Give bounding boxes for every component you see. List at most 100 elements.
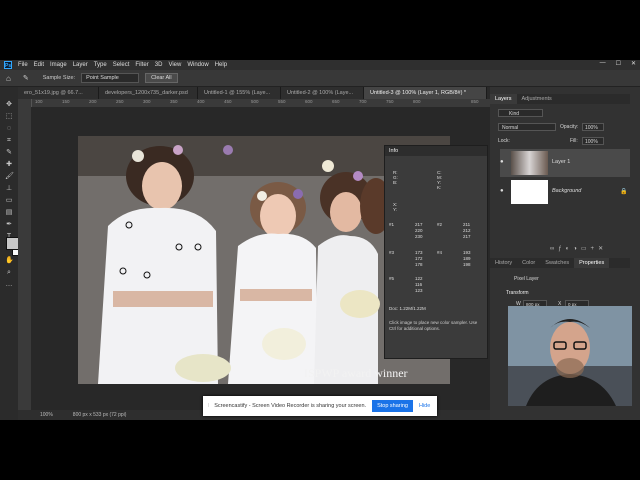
pen-tool-icon[interactable]: ✒ (5, 221, 13, 229)
tab-document-5-active[interactable]: Untitled-3 @ 100% (Layer 1, RGB/8#) * (364, 87, 487, 99)
info-xy-label: X: Y: (393, 202, 398, 212)
tab-adjustments[interactable]: Adjustments (517, 94, 557, 104)
eyedropper-icon[interactable]: ✎ (23, 74, 29, 82)
ruler-tick: 100 (35, 99, 43, 104)
share-message: Screencastify - Screen Video Recorder is… (214, 403, 367, 409)
sampler-4-b: 198 (463, 262, 471, 267)
menu-window[interactable]: Window (187, 62, 208, 68)
ruler-tick: 650 (332, 99, 340, 104)
info-hint: Click image to place new color sampler. … (389, 320, 478, 331)
tab-swatches[interactable]: Swatches (540, 258, 574, 268)
stamp-tool-icon[interactable]: ⊥ (5, 185, 13, 193)
layer-row-layer-1[interactable]: ● Layer 1 (500, 149, 630, 177)
layer-thumbnail (511, 151, 548, 175)
ruler-tick: 150 (62, 99, 70, 104)
crop-tool-icon[interactable]: ⌗ (5, 137, 13, 145)
drag-handle-icon[interactable]: ⦙ (208, 403, 209, 410)
layer-name[interactable]: Background (552, 188, 581, 194)
ruler-tick: 550 (278, 99, 286, 104)
menu-select[interactable]: Select (113, 62, 130, 68)
more-tools-icon[interactable]: … (5, 281, 13, 289)
gradient-tool-icon[interactable]: ▤ (5, 209, 13, 217)
layer-thumbnail (511, 180, 548, 204)
move-tool-icon[interactable]: ✥ (5, 101, 13, 109)
sampler-5-r: 122 (415, 276, 423, 281)
close-icon[interactable]: ✕ (631, 60, 636, 67)
sampler-4-r: 193 (463, 250, 471, 255)
vertical-ruler (18, 99, 32, 410)
tab-history[interactable]: History (490, 258, 517, 268)
sampler-2-b: 217 (463, 234, 471, 239)
window-controls: — ☐ ✕ (600, 60, 636, 67)
minimize-icon[interactable]: — (600, 60, 606, 67)
eye-icon[interactable]: ● (500, 188, 506, 194)
ruler-tick: 800 (413, 99, 421, 104)
tab-document-4[interactable]: Untitled-2 @ 100% (Laye... (281, 87, 364, 99)
info-rgb-label: R: G: B: (393, 170, 398, 185)
lock-label: Lock: (498, 138, 510, 144)
sampler-3-g: 172 (415, 256, 423, 261)
ruler-tick: 500 (251, 99, 259, 104)
sample-size-select[interactable]: Point Sample (81, 73, 140, 83)
trash-icon[interactable]: ✕ (598, 246, 607, 252)
menu-3d[interactable]: 3D (155, 62, 163, 68)
menu-image[interactable]: Image (50, 62, 67, 68)
tab-color[interactable]: Color (517, 258, 540, 268)
tab-document-3[interactable]: Untitled-1 @ 155% (Laye... (198, 87, 281, 99)
info-cmyk-label: C: M: Y: K: (437, 170, 442, 190)
layer-filter-kind[interactable]: Kind (498, 109, 543, 117)
info-doc-size: Doc: 1.22M/1.22M (389, 306, 426, 311)
document-dimensions: 800 px x 533 px (72 ppi) (72, 412, 127, 418)
photoshop-logo: Ps (4, 61, 12, 69)
sampler-5-b: 123 (415, 288, 423, 293)
marquee-tool-icon[interactable]: ⬚ (5, 113, 13, 121)
folder-icon[interactable]: ▭ (581, 246, 591, 252)
home-icon[interactable]: ⌂ (6, 74, 11, 83)
hide-button[interactable]: Hide (419, 403, 430, 409)
lasso-tool-icon[interactable]: ◌ (5, 125, 13, 133)
stop-sharing-button[interactable]: Stop sharing (372, 400, 413, 412)
layer-name[interactable]: Layer 1 (552, 159, 570, 165)
watermark-text: ISPWP award winner (304, 366, 408, 380)
properties-panel-tabs: History Color Swatches Properties (490, 258, 630, 268)
ruler-tick: 700 (359, 99, 367, 104)
adjustment-icon[interactable]: ◑ (573, 246, 581, 252)
tab-document-1[interactable]: ero_51x19.jpg @ 66.7... (18, 87, 99, 99)
new-layer-icon[interactable]: + (591, 246, 599, 252)
fill-field[interactable]: 100% (582, 137, 604, 145)
menu-help[interactable]: Help (215, 62, 227, 68)
menu-filter[interactable]: Filter (135, 62, 148, 68)
menu-view[interactable]: View (168, 62, 181, 68)
menu-type[interactable]: Type (94, 62, 107, 68)
sampler-1-b: 230 (415, 234, 423, 239)
sampler-1-r: 217 (415, 222, 423, 227)
tab-layers[interactable]: Layers (490, 94, 517, 104)
eraser-tool-icon[interactable]: ▭ (5, 197, 13, 205)
opacity-field[interactable]: 100% (582, 123, 604, 131)
healing-tool-icon[interactable]: ✚ (5, 161, 13, 169)
fx-icon[interactable]: ƒ (558, 246, 565, 252)
pixel-layer-label: Pixel Layer (514, 276, 539, 282)
layer-row-background[interactable]: ● Background 🔒 (500, 178, 630, 206)
menu-edit[interactable]: Edit (34, 62, 44, 68)
sampler-5-label: #5 (389, 276, 395, 281)
ruler-tick: 200 (89, 99, 97, 104)
eyedropper-tool-icon[interactable]: ✎ (5, 149, 13, 157)
options-bar: ⌂ ✎ Sample Size: Point Sample Clear All (0, 70, 640, 87)
screen-share-notification: ⦙ Screencastify - Screen Video Recorder … (203, 396, 437, 416)
eye-icon[interactable]: ● (500, 159, 506, 165)
blend-mode-select[interactable]: Normal (498, 123, 556, 131)
brush-tool-icon[interactable]: 🖌 (5, 173, 14, 181)
hand-tool-icon[interactable]: ✋ (5, 257, 14, 265)
ruler-tick: 600 (305, 99, 313, 104)
menu-file[interactable]: File (18, 62, 28, 68)
tab-document-2[interactable]: developers_1200x735_darker.psd (99, 87, 198, 99)
zoom-tool-icon[interactable]: ⌕ (5, 269, 13, 277)
info-panel-title: Info (385, 146, 487, 156)
menu-layer[interactable]: Layer (73, 62, 88, 68)
zoom-level[interactable]: 100% (40, 412, 53, 418)
maximize-icon[interactable]: ☐ (616, 60, 621, 67)
tab-properties[interactable]: Properties (574, 258, 610, 268)
transform-section[interactable]: Transform (506, 290, 529, 296)
clear-all-button[interactable]: Clear All (145, 73, 178, 83)
